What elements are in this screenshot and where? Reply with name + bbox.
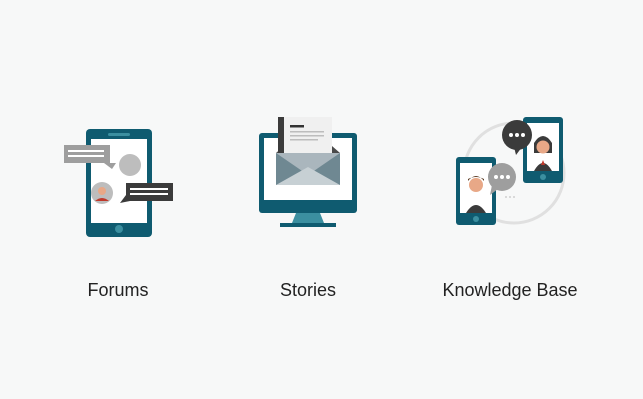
help-resources-page: Forums Stories Knowledge Base — [0, 0, 643, 399]
forums-phone-chat-icon — [64, 129, 173, 237]
forums-label: Forums — [87, 280, 149, 300]
knowledge-base-label: Knowledge Base — [442, 280, 578, 300]
stories-card[interactable]: Stories — [218, 105, 398, 315]
stories-monitor-envelope-icon — [259, 117, 357, 227]
stories-label: Stories — [279, 280, 337, 300]
knowledge-base-video-call-icon — [456, 117, 566, 225]
forums-card[interactable]: Forums — [28, 105, 208, 315]
knowledge-base-card[interactable]: Knowledge Base — [420, 105, 600, 315]
